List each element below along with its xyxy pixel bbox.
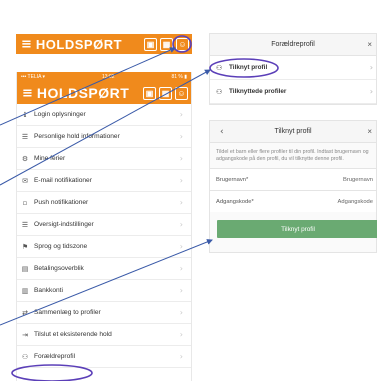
chevron-right-icon: › [179, 132, 183, 141]
menu-item-label: Mine ferier [34, 155, 66, 162]
chevron-right-icon: › [179, 220, 183, 229]
password-input[interactable]: Adgangskode [338, 199, 373, 205]
envelope-icon: ✉ [22, 176, 28, 185]
sliders-icon: ☰ [21, 220, 29, 229]
chevron-right-icon: › [369, 87, 373, 96]
menu-item-label: E-mail notifikationer [34, 177, 92, 184]
menu-item-overview-settings[interactable]: ☰ Oversigt-indstillinger › [17, 214, 191, 236]
linked-profiles-row[interactable]: ⚇ Tilknyttede profiler › [210, 80, 376, 104]
parent-profile-panel: Forældreprofil × ⚇ Tilknyt profil › ⚇ Ti… [209, 33, 377, 105]
chevron-right-icon: › [179, 264, 183, 273]
chevron-right-icon: › [179, 154, 183, 163]
chevron-right-icon: › [179, 308, 183, 317]
chevron-right-icon: › [179, 286, 183, 295]
menu-item-label: Tilslut et eksisterende hold [34, 331, 112, 338]
menu-item-language-timezone[interactable]: ⚑ Sprog og tidszone › [17, 236, 191, 258]
people-icon: ⚇ [216, 63, 223, 72]
menu-item-label: Sprog og tidszone [34, 243, 88, 250]
menu-item-email-notifications[interactable]: ✉ E-mail notifikationer › [17, 170, 191, 192]
menu-item-personal-info[interactable]: ☰ Personlige hold informationer › [17, 126, 191, 148]
panel-title: Forældreprofil [271, 41, 315, 48]
menu-item-label: Forældreprofil [34, 353, 76, 360]
menu-item-label: Push notifikationer [34, 199, 89, 206]
close-icon[interactable]: × [367, 127, 372, 136]
app-logo: HOLDSPØRT [35, 36, 123, 52]
battery-label: 81 % ▮ [171, 74, 187, 80]
username-input[interactable]: Brugernavn [343, 177, 373, 183]
menu-icon[interactable]: ≡ [22, 86, 33, 101]
password-label: Adgangskode* [216, 198, 254, 205]
menu-item-payment-overview[interactable]: ▤ Betalingsoverblik › [17, 258, 191, 280]
people-icon: ⚇ [21, 352, 29, 361]
menu-item-label: Oversigt-indstillinger [34, 221, 94, 228]
row-label: Tilknyt profil [229, 64, 268, 71]
menu-item-login[interactable]: ℹ Login oplysninger › [17, 104, 191, 126]
status-bar: ••• TELIA ▾ 13:02 81 % ▮ [17, 72, 191, 82]
panel-description: Tildel et barn eller flere profiler til … [216, 149, 369, 163]
phone-screen: ••• TELIA ▾ 13:02 81 % ▮ ≡ HOLDSPØRT ▣ ▦… [16, 72, 192, 381]
list-icon: ☰ [21, 132, 29, 141]
password-field[interactable]: Adgangskode* Adgangskode [210, 190, 376, 213]
menu-item-push-notifications[interactable]: ▫ Push notifikationer › [17, 192, 191, 214]
profile-icon[interactable]: ☺ [176, 37, 189, 51]
chevron-right-icon: › [369, 63, 373, 72]
menu-item-holidays[interactable]: ⚙ Mine ferier › [17, 148, 191, 170]
menu-item-label: Personlige hold informationer [34, 133, 120, 140]
card-icon: ▤ [21, 264, 29, 273]
info-icon: ℹ [23, 110, 27, 119]
profile-icon[interactable]: ☺ [175, 86, 188, 100]
menu-item-label: Bankkonti [34, 287, 63, 294]
chevron-right-icon: › [179, 176, 183, 185]
team-icon[interactable]: ▦ [159, 86, 172, 100]
menu-item-label: Betalingsoverblik [34, 265, 84, 272]
menu-item-merge-profiles[interactable]: ⇄ Sammenlæg to profiler › [17, 302, 191, 324]
chevron-right-icon: › [179, 198, 183, 207]
username-label: Brugernavn* [216, 176, 249, 183]
menu-item-label: Login oplysninger [34, 111, 86, 118]
carrier-label: ••• TELIA ▾ [21, 74, 46, 80]
app-header-zoomed: ≡ HOLDSPØRT ▣ ▦ ☺ [16, 34, 192, 54]
link-profile-button[interactable]: Tilknyt profil [217, 220, 377, 239]
close-icon[interactable]: × [367, 40, 372, 49]
phone-icon: ▫ [22, 198, 28, 207]
menu-item-parent-profile[interactable]: ⚇ Forældreprofil › [17, 346, 191, 368]
menu-icon[interactable]: ≡ [21, 37, 32, 52]
home-icon[interactable]: ▣ [144, 37, 157, 51]
menu-item-bank-accounts[interactable]: ▥ Bankkonti › [17, 280, 191, 302]
link-profile-row[interactable]: ⚇ Tilknyt profil › [210, 56, 376, 80]
app-logo: HOLDSPØRT [36, 85, 130, 101]
home-icon[interactable]: ▣ [143, 86, 156, 100]
panel-header: ‹ Tilknyt profil × [210, 121, 376, 143]
menu-item-join-team[interactable]: ⇥ Tilslut et eksisterende hold › [17, 324, 191, 346]
settings-menu: ℹ Login oplysninger › ☰ Personlige hold inf… [17, 104, 191, 368]
chevron-right-icon: › [179, 352, 183, 361]
clock-label: 13:02 [102, 74, 115, 80]
chevron-right-icon: › [179, 242, 183, 251]
back-icon[interactable]: ‹ [220, 127, 224, 137]
username-field[interactable]: Brugernavn* Brugernavn [210, 168, 376, 191]
panel-header: Forældreprofil × [210, 34, 376, 56]
row-label: Tilknyttede profiler [229, 88, 287, 95]
flag-icon: ⚑ [21, 242, 29, 251]
chevron-right-icon: › [179, 330, 183, 339]
menu-item-label: Sammenlæg to profiler [34, 309, 101, 316]
merge-icon: ⇄ [22, 308, 28, 317]
join-icon: ⇥ [22, 330, 28, 339]
app-header: ≡ HOLDSPØRT ▣ ▦ ☺ [17, 82, 191, 104]
team-icon[interactable]: ▦ [160, 37, 173, 51]
people-icon: ⚇ [216, 87, 223, 96]
link-profile-panel: ‹ Tilknyt profil × Tildel et barn eller … [209, 120, 377, 253]
bank-icon: ▥ [21, 286, 29, 295]
chevron-right-icon: › [179, 110, 183, 119]
panel-title: Tilknyt profil [274, 128, 312, 135]
gear-icon: ⚙ [21, 154, 29, 163]
